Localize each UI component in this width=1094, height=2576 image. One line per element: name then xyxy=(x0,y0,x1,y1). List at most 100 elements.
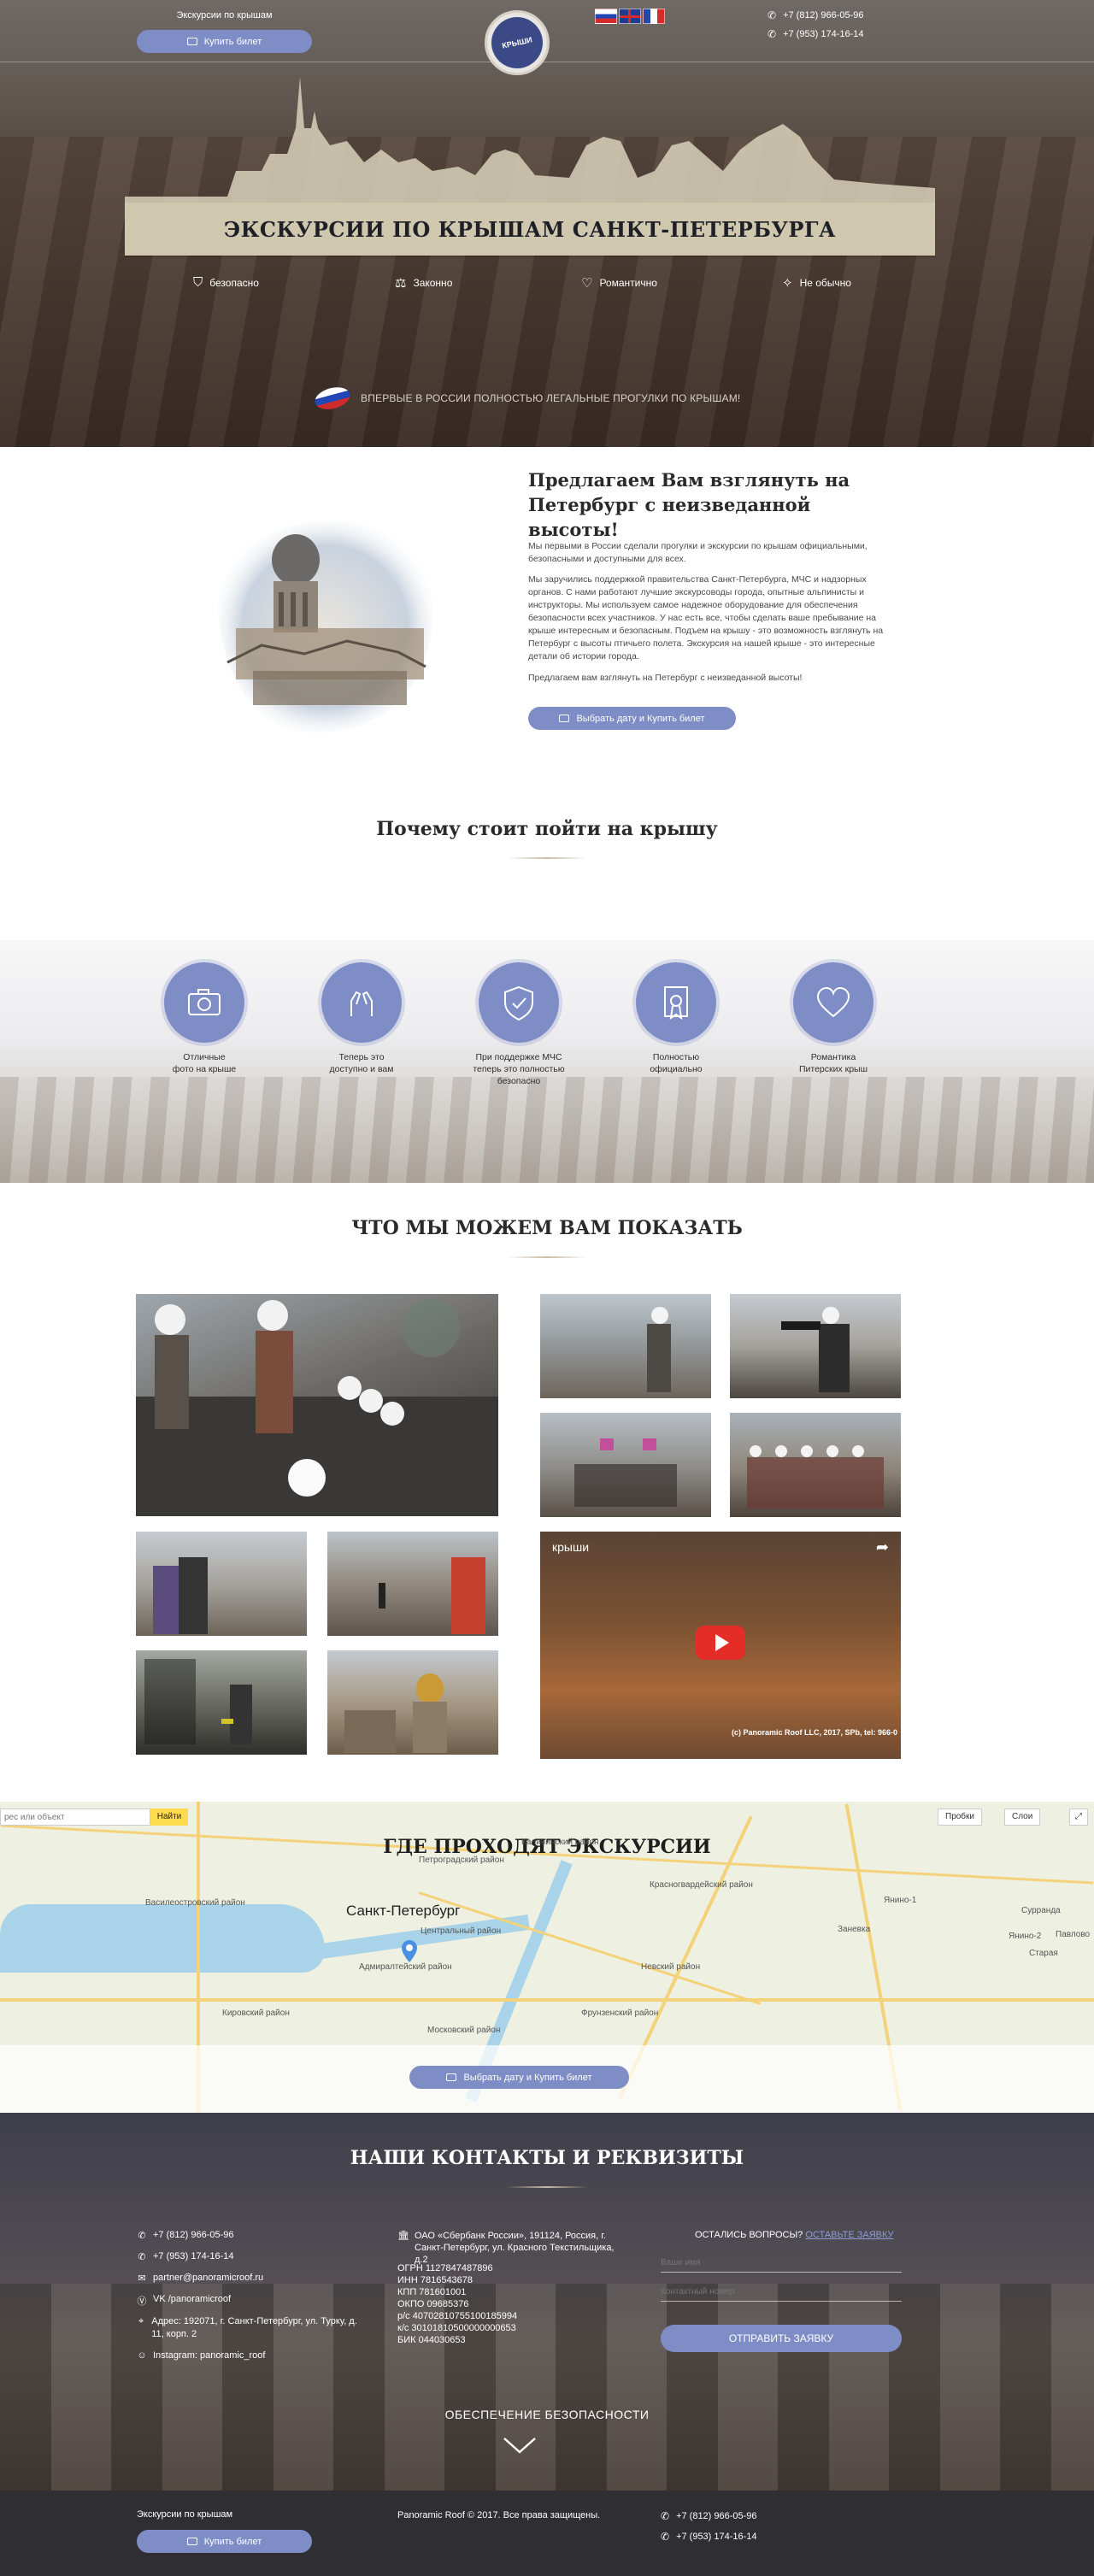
gallery-photo-large[interactable] xyxy=(136,1294,498,1516)
gallery-photo-8[interactable] xyxy=(136,1650,307,1755)
contact-text: VK /panoramicroof xyxy=(153,2294,232,2304)
language-ru-flag[interactable] xyxy=(595,9,617,24)
contact-text: Адрес: 192071, г. Санкт-Петербург, ул. Т… xyxy=(151,2316,357,2339)
why-label: Отличные фото на крыше xyxy=(149,1051,260,1075)
why-label: Романтика Питерских крыш xyxy=(778,1051,889,1075)
hands-icon xyxy=(321,962,402,1043)
question-text: ОСТАЛИСЬ ВОПРОСЫ? xyxy=(695,2230,803,2240)
why-item-official: Полностью официально xyxy=(621,962,732,1075)
why-item-safety: При поддержке МЧС теперь это полностью б… xyxy=(463,962,574,1087)
contact-text: Instagram: panoramic_roof xyxy=(153,2350,266,2361)
share-icon[interactable]: ➦ xyxy=(876,1538,889,1556)
phone-number: +7 (953) 174-16-14 xyxy=(676,2532,757,2542)
golden-dome-illustration xyxy=(344,1673,447,1753)
gallery-photo-6[interactable] xyxy=(136,1532,307,1636)
contact-email[interactable]: ✉ partner@panoramicroof.ru xyxy=(137,2273,263,2284)
feature-safe: ⛉ безопасно xyxy=(193,275,259,290)
why-item-photos: Отличные фото на крыше xyxy=(149,962,260,1075)
feature-legal: ⚖ Законно xyxy=(395,275,452,291)
map-layers-button[interactable]: Слои xyxy=(1004,1808,1041,1826)
map-traffic-button[interactable]: Пробки xyxy=(938,1808,982,1826)
leave-request-link[interactable]: ОСТАВЬТЕ ЗАЯВКУ xyxy=(805,2230,893,2240)
intro-cta-label: Выбрать дату и Купить билет xyxy=(576,713,705,724)
hero-title-banner: ЭКСКУРСИИ ПО КРЫШАМ САНКТ-ПЕТЕРБУРГА xyxy=(125,203,935,256)
site-logo[interactable]: КРЫШИ xyxy=(485,10,550,75)
kazan-cathedral-illustration xyxy=(217,520,433,733)
feature-label: Не обычно xyxy=(799,277,851,289)
map-label: Янино-2 xyxy=(1009,1932,1042,1941)
phone-icon: ✆ xyxy=(661,2510,670,2522)
city-silhouette xyxy=(125,77,935,205)
play-button[interactable] xyxy=(696,1626,745,1660)
why-item-romance: Романтика Питерских крыш xyxy=(778,962,889,1075)
intro-cta-button[interactable]: Выбрать дату и Купить билет xyxy=(528,707,736,730)
map-label: Заневка xyxy=(838,1925,871,1934)
video-player[interactable]: крыши ➦ (c) Panoramic Roof LLC, 2017, SP… xyxy=(540,1532,901,1759)
security-link[interactable]: ОБЕСПЕЧЕНИЕ БЕЗОПАСНОСТИ xyxy=(0,2408,1094,2421)
intro-heading: Предлагаем Вам взглянуть на Петербург с … xyxy=(528,469,850,540)
why-label: При поддержке МЧС теперь это полностью б… xyxy=(463,1051,574,1087)
buy-ticket-button[interactable]: Купить билет xyxy=(137,30,312,53)
neva-river xyxy=(308,1914,530,1961)
map-fullscreen-icon[interactable]: ⤢ xyxy=(1069,1808,1088,1826)
gulf-water xyxy=(0,1904,325,1973)
hero-title: ЭКСКУРСИИ ПО КРЫШАМ САНКТ-ПЕТЕРБУРГА xyxy=(223,216,836,242)
map-cta-button[interactable]: Выбрать дату и Купить билет xyxy=(409,2066,629,2089)
map-label: Центральный район xyxy=(421,1926,502,1936)
contact-text: partner@panoramicroof.ru xyxy=(153,2273,264,2283)
shield-icon xyxy=(479,962,559,1043)
footer-phone-1[interactable]: ✆ +7 (812) 966-05-96 xyxy=(661,2510,757,2522)
gallery-photo-4[interactable] xyxy=(540,1413,711,1517)
gallery-photo-5[interactable] xyxy=(730,1413,901,1517)
gallery-photo-3[interactable] xyxy=(730,1294,901,1398)
why-label-line: При поддержке МЧС xyxy=(475,1052,562,1062)
why-label-line: доступно и вам xyxy=(329,1064,394,1074)
map-label: Василеостровский район xyxy=(145,1898,245,1908)
contact-text: +7 (953) 174-16-14 xyxy=(153,2251,234,2261)
phone-number: +7 (953) 174-16-14 xyxy=(783,29,864,39)
gallery-photo-9[interactable] xyxy=(327,1650,498,1755)
wand-icon: ✧ xyxy=(782,276,793,291)
requisite-okpo: ОКПО 09685376 xyxy=(397,2299,469,2309)
contact-address: ⌖ Адрес: 192071, г. Санкт-Петербург, ул. … xyxy=(137,2315,368,2341)
why-label-line: фото на крыше xyxy=(172,1064,237,1074)
ticket-icon xyxy=(186,38,197,45)
bank-details-header: 🏛 ОАО «Сбербанк России», 191124, Россия, … xyxy=(397,2230,628,2266)
map-find-button[interactable]: Найти xyxy=(150,1808,188,1826)
footer-buy-ticket-button[interactable]: Купить билет xyxy=(137,2530,312,2553)
name-input[interactable] xyxy=(661,2254,902,2273)
footer-phone-2[interactable]: ✆ +7 (953) 174-16-14 xyxy=(661,2531,757,2543)
requisite-rs: р/с 40702810755100185994 xyxy=(397,2311,518,2321)
gallery-photo-7[interactable] xyxy=(327,1532,498,1636)
contact-instagram[interactable]: ☺ Instagram: panoramic_roof xyxy=(137,2350,265,2361)
map-pin-icon[interactable] xyxy=(402,1940,417,1962)
group-photo-illustration xyxy=(747,1445,884,1509)
map-label: Петроградский район xyxy=(419,1856,504,1865)
legal-note-text: ВПЕРВЫЕ В РОССИИ ПОЛНОСТЬЮ ЛЕГАЛЬНЫЕ ПРО… xyxy=(361,392,741,404)
phone-icon: ✆ xyxy=(138,2231,146,2241)
map-label: Кировский район xyxy=(222,2008,290,2018)
phone-input[interactable] xyxy=(661,2283,902,2302)
map-search-input[interactable] xyxy=(0,1808,150,1826)
header-phone-1[interactable]: ✆ +7 (812) 966-05-96 xyxy=(768,9,864,21)
feature-romantic: ♡ Романтично xyxy=(581,275,657,291)
why-title-underline xyxy=(507,857,587,859)
gallery-title-underline xyxy=(507,1256,587,1258)
gallery-photo-2[interactable] xyxy=(540,1294,711,1398)
header-phone-2[interactable]: ✆ +7 (953) 174-16-14 xyxy=(768,28,864,40)
requisite-bik: БИК 044030653 xyxy=(397,2335,466,2345)
contact-phone-2[interactable]: ✆ +7 (953) 174-16-14 xyxy=(137,2251,233,2262)
contact-phone-1[interactable]: ✆ +7 (812) 966-05-96 xyxy=(137,2230,233,2241)
map-label: Янино-1 xyxy=(884,1896,917,1905)
requisite-ks: к/с 30101810500000000653 xyxy=(397,2323,516,2333)
why-label-line: Романтика xyxy=(810,1052,856,1062)
walking-woman-illustration xyxy=(379,1557,485,1634)
intro-paragraph-2: Мы заручились поддержкой правительства С… xyxy=(528,574,884,662)
contact-vk[interactable]: Ⓥ VK /panoramicroof xyxy=(137,2294,232,2308)
chevron-down-icon[interactable] xyxy=(503,2437,537,2455)
phone-number: +7 (812) 966-05-96 xyxy=(676,2511,757,2521)
intro-paragraph-3: Предлагаем вам взглянуть на Петербург с … xyxy=(528,673,803,683)
language-en-flag[interactable] xyxy=(619,9,641,24)
language-fr-flag[interactable] xyxy=(643,9,665,24)
submit-request-button[interactable]: ОТПРАВИТЬ ЗАЯВКУ xyxy=(661,2325,902,2352)
